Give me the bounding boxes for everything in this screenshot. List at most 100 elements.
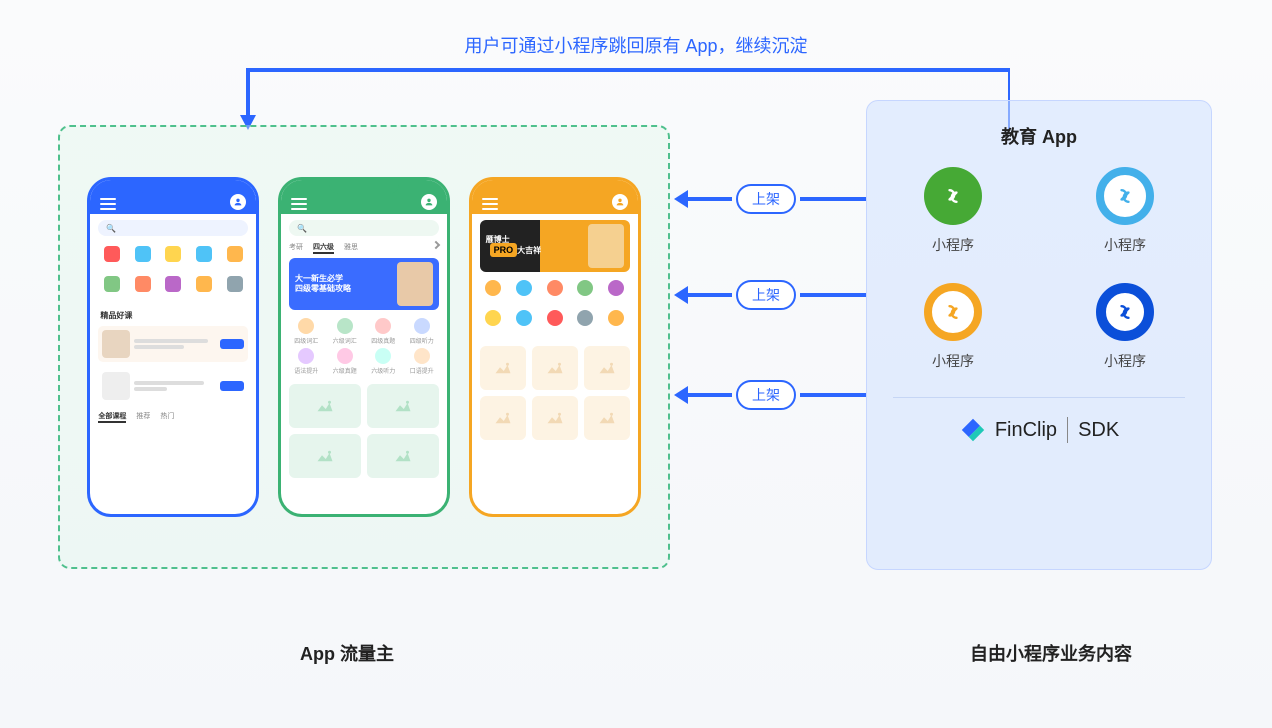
- miniprogram-item[interactable]: 小程序: [1096, 167, 1154, 255]
- feature-icon[interactable]: 四级真题: [366, 318, 401, 342]
- feature-icon[interactable]: [572, 310, 599, 334]
- course-thumb: [102, 330, 130, 358]
- phone-mockup-orange: 雁博士 PRO大吉祥: [469, 177, 641, 517]
- search-input[interactable]: 🔍: [289, 220, 439, 236]
- category-icon[interactable]: [160, 276, 187, 300]
- miniprogram-label: 小程序: [1104, 235, 1146, 255]
- content-card[interactable]: [289, 434, 361, 478]
- feature-icon[interactable]: 四级听力: [404, 318, 439, 342]
- arrow-left-icon: [674, 286, 688, 304]
- category-icon[interactable]: [160, 246, 187, 270]
- category-icon[interactable]: [129, 246, 156, 270]
- sdk-branding-row: FinClip SDK: [887, 416, 1191, 444]
- content-card[interactable]: [584, 346, 630, 390]
- category-icon[interactable]: [191, 276, 218, 300]
- publish-arrow-row: 上架: [674, 184, 866, 214]
- category-icon[interactable]: [98, 276, 125, 300]
- category-icon[interactable]: [222, 276, 249, 300]
- avatar-icon[interactable]: [612, 194, 628, 210]
- arrow-line: [800, 293, 866, 297]
- panel-title: 教育 App: [887, 123, 1191, 149]
- chevron-right-icon[interactable]: [432, 241, 440, 249]
- enroll-button[interactable]: [220, 381, 244, 391]
- arrow-line: [688, 197, 732, 201]
- menu-icon[interactable]: [291, 198, 307, 210]
- feature-icon[interactable]: 六级词汇: [327, 318, 362, 342]
- publish-pill: 上架: [736, 280, 796, 310]
- menu-icon[interactable]: [482, 198, 498, 210]
- feature-icon[interactable]: 口语提升: [404, 348, 439, 372]
- content-card[interactable]: [480, 346, 526, 390]
- feature-icon[interactable]: [480, 280, 507, 304]
- miniprogram-item[interactable]: 小程序: [924, 283, 982, 371]
- content-card[interactable]: [289, 384, 361, 428]
- tab-item[interactable]: 热门: [160, 411, 174, 423]
- publish-arrow-row: 上架: [674, 280, 866, 310]
- content-card[interactable]: [480, 396, 526, 440]
- feature-icon[interactable]: [603, 310, 630, 334]
- avatar-icon[interactable]: [421, 194, 437, 210]
- category-icon[interactable]: [222, 246, 249, 270]
- feature-icon[interactable]: 六级真题: [327, 348, 362, 372]
- content-cards: [472, 340, 638, 446]
- promo-banner[interactable]: 雁博士 PRO大吉祥: [480, 220, 630, 272]
- category-icon[interactable]: [98, 246, 125, 270]
- content-card[interactable]: [584, 396, 630, 440]
- miniprogram-icon: [1096, 167, 1154, 225]
- top-annotation: 用户可通过小程序跳回原有 App，继续沉淀: [464, 32, 807, 58]
- feature-icon[interactable]: [603, 280, 630, 304]
- miniprogram-label: 小程序: [932, 351, 974, 371]
- education-app-panel: 教育 App 小程序 小程序 小程序 小程序: [866, 100, 1212, 570]
- category-icon-grid: [90, 242, 256, 306]
- category-icon[interactable]: [129, 276, 156, 300]
- tab-item[interactable]: 考研: [289, 242, 303, 254]
- publish-pill: 上架: [736, 184, 796, 214]
- miniprogram-item[interactable]: 小程序: [1096, 283, 1154, 371]
- course-card[interactable]: [98, 326, 248, 362]
- feature-icon-grid: 四级词汇 六级词汇 四级真题 四级听力 语法提升 六级真题 六级听力 口语提升: [281, 314, 447, 378]
- course-card[interactable]: [98, 368, 248, 404]
- content-card[interactable]: [532, 396, 578, 440]
- content-card[interactable]: [532, 346, 578, 390]
- app-host-panel: 🔍 精品好课 全部课程 推荐 热门: [58, 125, 670, 569]
- miniprogram-item[interactable]: 小程序: [924, 167, 982, 255]
- search-input[interactable]: 🔍: [98, 220, 248, 236]
- finclip-mark-icon: [959, 416, 987, 444]
- arrow-line: [688, 393, 732, 397]
- feature-icon[interactable]: [510, 280, 537, 304]
- content-card[interactable]: [367, 384, 439, 428]
- feature-icon[interactable]: [541, 310, 568, 334]
- feature-icon[interactable]: [541, 280, 568, 304]
- tab-item[interactable]: 雅思: [344, 242, 358, 254]
- tab-item[interactable]: 四六级: [313, 242, 334, 254]
- sdk-label: SDK: [1078, 419, 1119, 442]
- arrow-line: [800, 393, 866, 397]
- tab-item[interactable]: 全部课程: [98, 411, 126, 423]
- feature-icon[interactable]: [480, 310, 507, 334]
- section-header: 精品好课: [90, 306, 256, 323]
- miniprogram-label: 小程序: [1104, 351, 1146, 371]
- content-card[interactable]: [367, 434, 439, 478]
- miniprogram-icon: [924, 283, 982, 341]
- phone-notch: [329, 180, 399, 194]
- feature-icon[interactable]: 四级词汇: [289, 318, 324, 342]
- category-icon[interactable]: [191, 246, 218, 270]
- miniprogram-icon: [924, 167, 982, 225]
- enroll-button[interactable]: [220, 339, 244, 349]
- promo-banner[interactable]: 大一新生必学 四级零基础攻略: [289, 258, 439, 310]
- content-cards: [281, 378, 447, 484]
- arrow-line: [688, 293, 732, 297]
- divider: [893, 397, 1185, 398]
- category-tabs: 考研 四六级 雅思: [289, 242, 439, 254]
- menu-icon[interactable]: [100, 198, 116, 210]
- feature-icon[interactable]: 语法提升: [289, 348, 324, 372]
- finclip-text: FinClip: [995, 419, 1057, 442]
- feature-icon[interactable]: [572, 280, 599, 304]
- finclip-logo: FinClip: [959, 416, 1057, 444]
- feature-icon[interactable]: [510, 310, 537, 334]
- tab-item[interactable]: 推荐: [136, 411, 150, 423]
- bottom-tabs: 全部课程 推荐 热门: [98, 411, 248, 423]
- feature-icon[interactable]: 六级听力: [366, 348, 401, 372]
- left-panel-caption: App 流量主: [300, 640, 394, 666]
- avatar-icon[interactable]: [230, 194, 246, 210]
